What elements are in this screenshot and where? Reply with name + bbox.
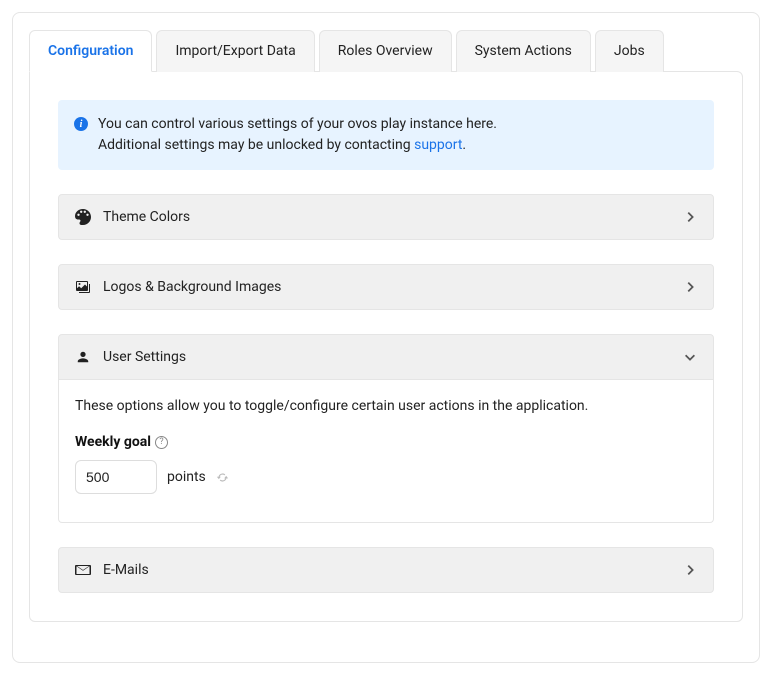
accordion-title: Logos & Background Images: [103, 279, 281, 295]
tab-roles-overview[interactable]: Roles Overview: [319, 30, 452, 72]
accordion-header-user-settings[interactable]: User Settings: [58, 334, 714, 380]
accordion-body-user-settings: These options allow you to toggle/config…: [58, 380, 714, 523]
palette-icon: [75, 209, 91, 225]
tab-import-export[interactable]: Import/Export Data: [156, 30, 314, 72]
info-icon: i: [74, 117, 88, 131]
accordion-header-emails[interactable]: E-Mails: [58, 547, 714, 593]
tab-jobs[interactable]: Jobs: [595, 30, 664, 72]
chevron-right-icon: [683, 210, 697, 224]
info-banner: i You can control various settings of yo…: [58, 100, 714, 170]
help-icon[interactable]: ?: [155, 436, 168, 449]
chevron-right-icon: [683, 563, 697, 577]
user-settings-description: These options allow you to toggle/config…: [75, 398, 697, 414]
tab-configuration[interactable]: Configuration: [29, 30, 152, 72]
accordion-logos: Logos & Background Images: [58, 264, 714, 310]
weekly-goal-row: points: [75, 460, 697, 494]
accordion-header-logos[interactable]: Logos & Background Images: [58, 264, 714, 310]
chevron-down-icon: [683, 350, 697, 364]
accordion-title: Theme Colors: [103, 209, 190, 225]
accordion-user-settings: User Settings These options allow you to…: [58, 334, 714, 523]
accordion-emails: E-Mails: [58, 547, 714, 593]
user-icon: [75, 349, 91, 365]
images-icon: [75, 279, 91, 295]
accordion-header-theme-colors[interactable]: Theme Colors: [58, 194, 714, 240]
info-text: You can control various settings of your…: [98, 114, 497, 156]
envelope-icon: [75, 562, 91, 578]
tab-system-actions[interactable]: System Actions: [456, 30, 591, 72]
weekly-goal-label-text: Weekly goal: [75, 434, 151, 450]
tabs-bar: Configuration Import/Export Data Roles O…: [29, 29, 743, 71]
refresh-icon[interactable]: [216, 471, 229, 484]
info-line2-suffix: .: [462, 137, 466, 153]
configuration-panel: i You can control various settings of yo…: [29, 71, 743, 622]
accordion-theme-colors: Theme Colors: [58, 194, 714, 240]
accordion-title: User Settings: [103, 349, 186, 365]
info-line1: You can control various settings of your…: [98, 116, 497, 132]
weekly-goal-label: Weekly goal ?: [75, 434, 697, 450]
weekly-goal-unit: points: [167, 469, 206, 485]
accordion-title: E-Mails: [103, 562, 149, 578]
info-line2-prefix: Additional settings may be unlocked by c…: [98, 137, 414, 153]
settings-card: Configuration Import/Export Data Roles O…: [12, 12, 760, 663]
support-link[interactable]: support: [414, 137, 462, 153]
chevron-right-icon: [683, 280, 697, 294]
weekly-goal-input[interactable]: [75, 460, 157, 494]
